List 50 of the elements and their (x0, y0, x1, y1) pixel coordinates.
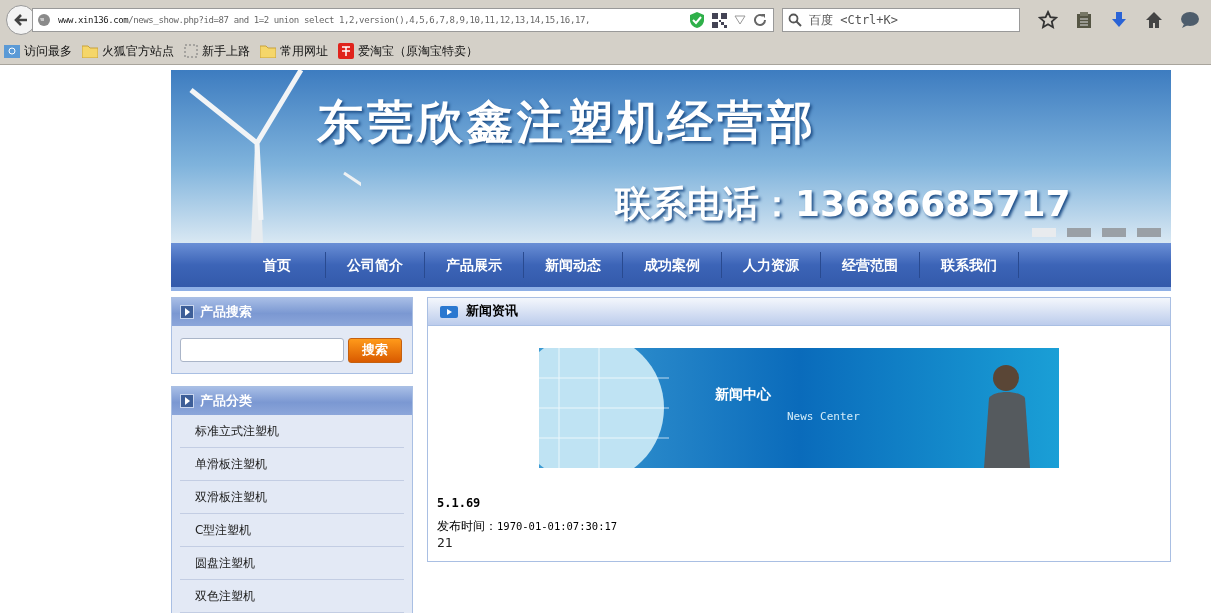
search-input[interactable] (180, 338, 344, 362)
folder-icon (82, 44, 98, 58)
panel-title: 产品搜索 (200, 303, 252, 321)
category-link[interactable]: 单滑板注塑机 (180, 448, 404, 481)
qr-code-icon[interactable] (712, 12, 727, 28)
shield-icon (689, 11, 705, 29)
phone-number: 联系电话：13686685717 (615, 182, 1071, 226)
reload-icon[interactable] (753, 13, 767, 27)
nav-link[interactable]: 首页 (263, 252, 326, 278)
category-link[interactable]: C型注塑机 (180, 514, 404, 547)
nav-link[interactable]: 成功案例 (623, 252, 722, 278)
play-icon (440, 305, 458, 318)
nav-link[interactable]: 公司简介 (326, 252, 425, 278)
bookmark[interactable]: 爱淘宝（原淘宝特卖） (338, 42, 478, 60)
dashed-square-icon (184, 44, 198, 58)
category-link[interactable]: 圆盘注塑机 (180, 547, 404, 580)
panel-title: 新闻资讯 (466, 303, 518, 320)
download-icon[interactable] (1110, 11, 1128, 29)
address-bar[interactable]: www.xin136.com/news_show.php?id=87 and 1=2 union select 1,2,version(),4,5,6,7,8,9,10,11,12,13,14,15,16,17, (32, 8, 774, 32)
publish-date: 发布时间：1970-01-01:07:30:17 (437, 518, 619, 535)
shop-logo-icon (338, 43, 354, 59)
site-title: 东莞欣鑫注塑机经营部 (317, 94, 817, 151)
nav-link[interactable]: 人力资源 (722, 252, 821, 278)
category-link[interactable]: 双色注塑机 (180, 580, 404, 613)
banner-title: 新闻中心 (715, 386, 772, 404)
panel-title: 产品分类 (200, 392, 252, 410)
speech-bubble-icon[interactable] (1180, 11, 1200, 29)
clipboard-icon[interactable] (1075, 11, 1093, 29)
nav-link[interactable]: 经营范围 (821, 252, 920, 278)
nav-link[interactable]: 联系我们 (920, 252, 1019, 278)
category-link[interactable]: 标准立式注塑机 (180, 415, 404, 448)
nav-link[interactable]: 新闻动态 (524, 252, 623, 278)
dropdown-icon[interactable] (734, 15, 746, 25)
bookmark[interactable]: 常用网址 (260, 42, 328, 60)
bookmark[interactable]: 火狐官方站点 (82, 42, 174, 60)
article-title: 5.1.69 (437, 496, 482, 510)
article-body: 21 (437, 535, 454, 550)
arrow-box-icon (180, 394, 194, 408)
globe-icon (37, 13, 51, 27)
star-icon[interactable] (1038, 10, 1058, 30)
home-icon[interactable] (1145, 11, 1163, 29)
banner-subtitle: News Center (786, 410, 860, 423)
arrow-box-icon (180, 305, 194, 319)
search-folder-icon (4, 44, 20, 58)
bookmark[interactable]: 新手上路 (184, 42, 250, 60)
folder-icon (260, 44, 276, 58)
nav-link[interactable]: 产品展示 (425, 252, 524, 278)
bookmark[interactable]: 访问最多 (4, 42, 72, 60)
search-field[interactable]: 百度 <Ctrl+K> (782, 8, 1020, 32)
category-link[interactable]: 双滑板注塑机 (180, 481, 404, 514)
